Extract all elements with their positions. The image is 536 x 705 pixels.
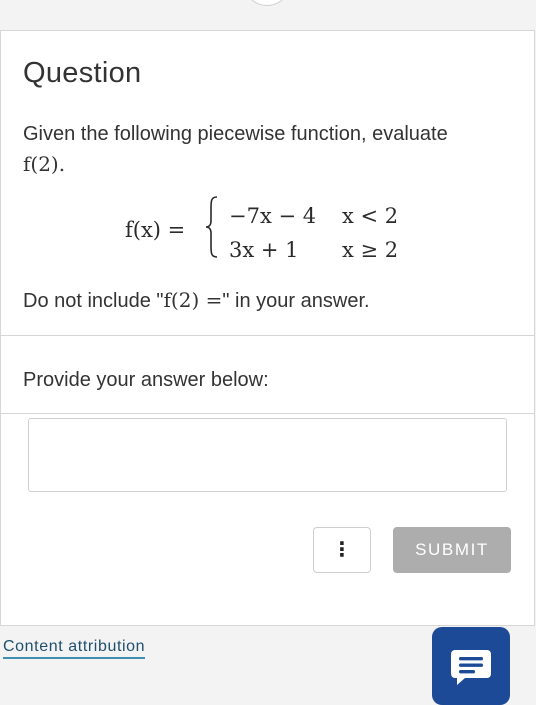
vertical-dots-icon: ⋮ — [332, 539, 352, 561]
question-title: Question — [23, 57, 142, 89]
piecewise-expr: 3x + 1 — [229, 238, 299, 262]
chat-bubble-icon — [451, 650, 491, 685]
piecewise-lhs: f(x) = — [125, 218, 186, 242]
piecewise-row: 3x + 1 x ≥ 2 — [229, 238, 398, 262]
left-brace-icon — [205, 196, 218, 258]
prompt-text: Given the following piecewise function, … — [23, 123, 448, 145]
answer-label: Provide your answer below: — [23, 369, 269, 391]
question-section: Question Given the following piecewise f… — [1, 31, 534, 336]
answer-input[interactable] — [28, 418, 507, 492]
note-text-before: Do not include " — [23, 290, 164, 312]
note-text-after: " in your answer. — [222, 290, 370, 312]
submit-button[interactable]: SUBMIT — [393, 527, 511, 573]
piecewise-function: f(x) = −7x − 4 x < 2 3x + 1 x ≥ 2 — [125, 196, 425, 265]
content-attribution-link[interactable]: Content attribution — [3, 638, 146, 659]
answer-section: Provide your answer below: — [1, 335, 534, 414]
top-progress-indicator — [243, 0, 291, 6]
piecewise-row: −7x − 4 x < 2 — [229, 204, 398, 228]
prompt-math: f(2). — [23, 152, 66, 176]
piecewise-condition: x ≥ 2 — [342, 238, 399, 262]
piecewise-condition: x < 2 — [342, 204, 399, 228]
chat-button[interactable] — [432, 627, 510, 705]
more-options-button[interactable]: ⋮ — [313, 527, 371, 573]
piecewise-expr: −7x − 4 — [229, 204, 317, 228]
question-note: Do not include "f(2) =" in your answer. — [23, 288, 370, 313]
question-prompt: Given the following piecewise function, … — [23, 119, 513, 180]
note-math: f(2) = — [163, 288, 223, 312]
